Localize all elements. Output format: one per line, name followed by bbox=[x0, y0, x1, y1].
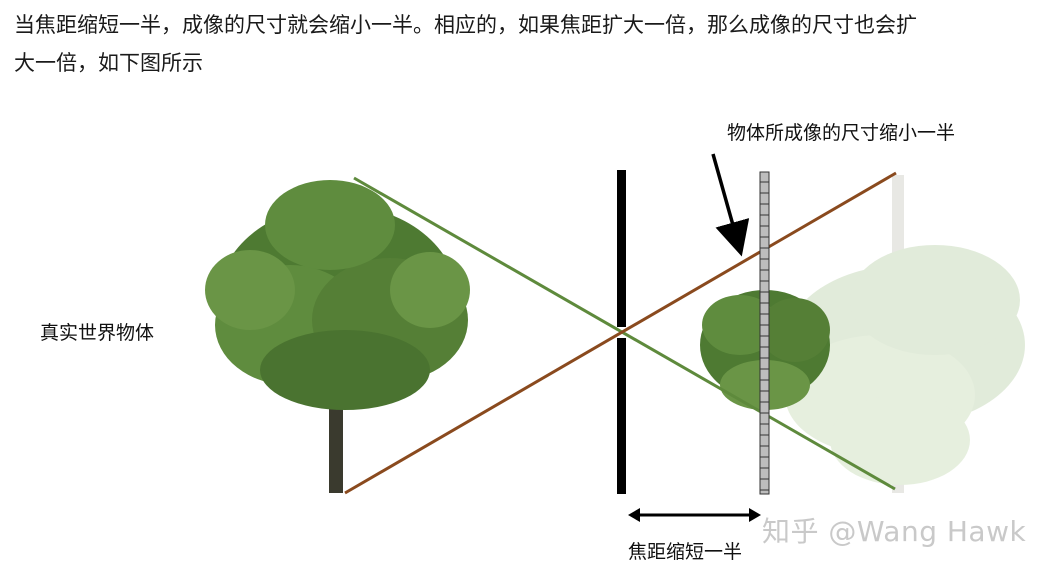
pinhole-barrier-top bbox=[617, 170, 626, 327]
real-tree bbox=[205, 180, 470, 493]
image-pointer-arrow bbox=[711, 153, 750, 257]
real-object-label: 真实世界物体 bbox=[40, 322, 155, 344]
pinhole-barrier-bottom bbox=[617, 338, 626, 494]
focal-length-label: 焦距缩短一半 bbox=[628, 541, 743, 563]
pinhole-diagram bbox=[205, 153, 1025, 522]
watermark: 知乎 @Wang Hawk bbox=[762, 515, 1027, 548]
image-plane bbox=[759, 171, 770, 495]
focal-length-arrow bbox=[628, 508, 761, 522]
image-size-label: 物体所成像的尺寸缩小一半 bbox=[727, 122, 956, 144]
